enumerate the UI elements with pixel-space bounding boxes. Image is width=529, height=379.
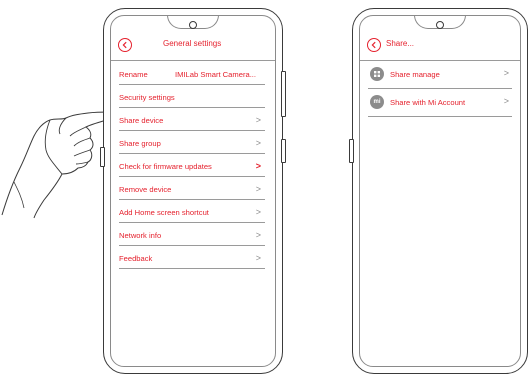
share-device-row[interactable]: Share device > <box>119 108 265 131</box>
side-button <box>349 139 354 163</box>
feedback-row[interactable]: Feedback > <box>119 246 265 269</box>
volume-button <box>100 147 105 167</box>
page-title: General settings <box>163 39 222 48</box>
page-title: Share... <box>386 39 415 48</box>
row-label: Share group <box>119 139 161 148</box>
add-home-shortcut-row[interactable]: Add Home screen shortcut > <box>119 200 265 223</box>
right-phone-frame: Share... Share manage > mi Share with Mi… <box>349 8 528 374</box>
share-group-row[interactable]: Share group > <box>119 131 265 154</box>
rename-row[interactable]: Rename IMILab Smart Camera... <box>119 62 265 85</box>
chevron-right-icon: > <box>255 138 261 148</box>
header-divider <box>111 60 275 61</box>
chevron-right-icon: > <box>503 68 509 78</box>
back-button[interactable] <box>367 38 381 52</box>
front-camera <box>436 21 444 29</box>
row-label: Security settings <box>119 93 175 102</box>
chevron-right-icon: > <box>255 115 261 125</box>
chevron-right-icon: > <box>255 230 261 240</box>
side-button <box>281 139 286 163</box>
device-name-value: IMILab Smart Camera... <box>175 70 257 79</box>
back-button[interactable] <box>118 38 132 52</box>
network-info-row[interactable]: Network info > <box>119 223 265 246</box>
chevron-right-icon: > <box>255 184 261 194</box>
row-label: Network info <box>119 231 162 240</box>
row-label: Feedback <box>119 254 153 263</box>
chevron-right-icon: > <box>503 96 509 106</box>
chevron-right-icon: > <box>255 161 261 171</box>
left-phone-screen: General settings Rename IMILab Smart Cam… <box>110 15 276 367</box>
row-label: Remove device <box>119 185 172 194</box>
row-label: Add Home screen shortcut <box>119 208 209 217</box>
share-manage-row[interactable]: Share manage > <box>368 61 512 89</box>
header: Share... <box>360 36 520 60</box>
row-label: Share manage <box>390 70 440 79</box>
power-button <box>281 71 286 117</box>
row-label: Rename <box>119 70 148 79</box>
left-phone-frame: General settings Rename IMILab Smart Cam… <box>100 8 286 374</box>
right-phone-screen: Share... Share manage > mi Share with Mi… <box>359 15 521 367</box>
share-manage-icon <box>370 67 384 81</box>
chevron-right-icon: > <box>255 253 261 263</box>
header: General settings <box>111 36 275 60</box>
row-label: Check for firmware updates <box>119 162 212 171</box>
chevron-left-icon <box>371 41 376 49</box>
chevron-right-icon: > <box>255 207 261 217</box>
remove-device-row[interactable]: Remove device > <box>119 177 265 200</box>
front-camera <box>189 21 197 29</box>
chevron-left-icon <box>122 41 127 49</box>
share-mi-account-row[interactable]: mi Share with Mi Account > <box>368 89 512 117</box>
firmware-update-row[interactable]: Check for firmware updates > <box>119 154 265 177</box>
security-settings-row[interactable]: Security settings <box>119 85 265 108</box>
row-label: Share device <box>119 116 164 125</box>
row-label: Share with Mi Account <box>390 98 466 107</box>
mi-account-icon: mi <box>370 95 384 109</box>
